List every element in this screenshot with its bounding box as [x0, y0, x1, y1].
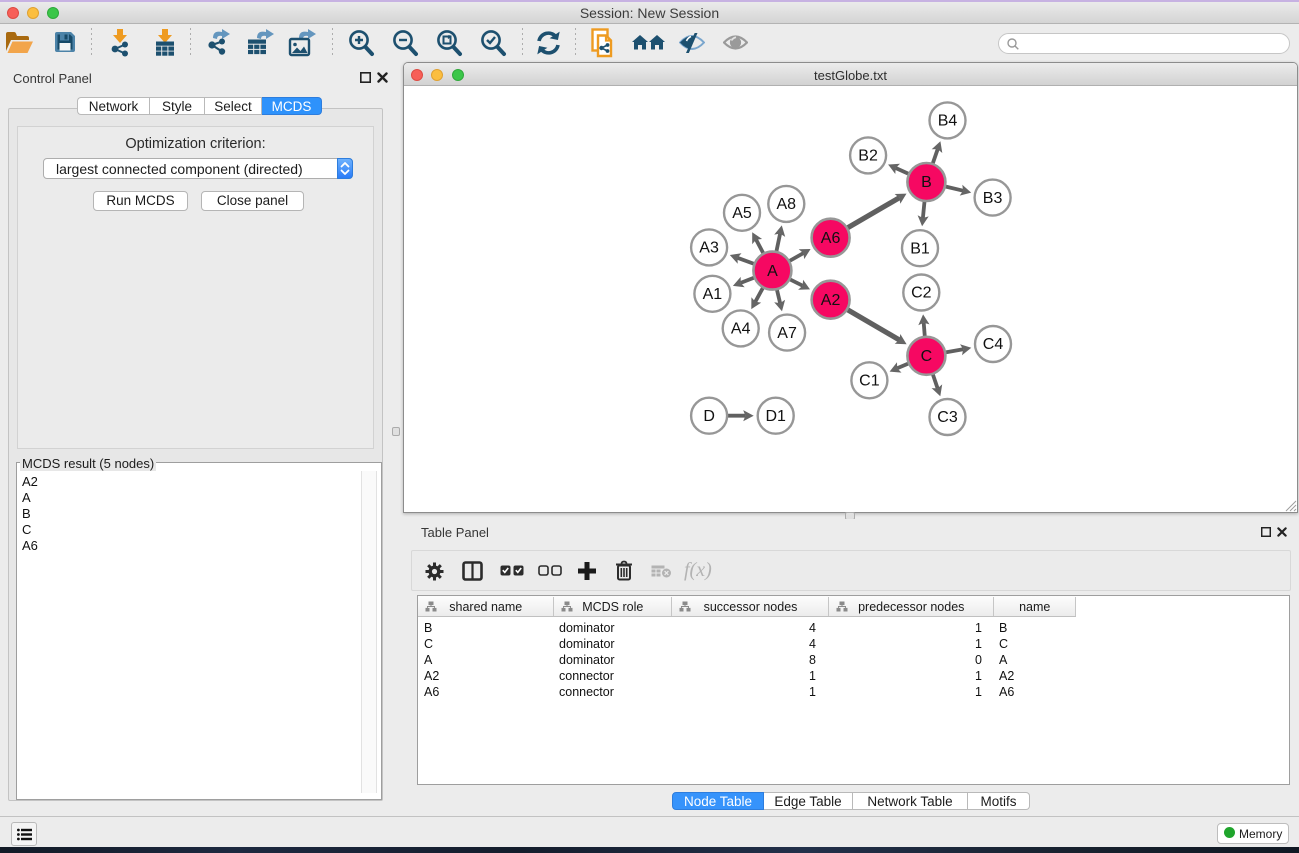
svg-text:B4: B4: [938, 113, 958, 130]
svg-text:B: B: [921, 174, 932, 191]
svg-text:B2: B2: [858, 148, 878, 165]
svg-text:C1: C1: [859, 373, 880, 390]
svg-text:B1: B1: [910, 240, 930, 257]
svg-text:A: A: [767, 263, 778, 280]
svg-text:A8: A8: [777, 196, 797, 213]
svg-text:A1: A1: [703, 286, 723, 303]
svg-text:C2: C2: [911, 285, 932, 302]
svg-text:D: D: [703, 408, 715, 425]
svg-text:A4: A4: [731, 321, 751, 338]
svg-text:C: C: [921, 348, 933, 365]
svg-text:A7: A7: [777, 325, 797, 342]
svg-text:A2: A2: [821, 292, 841, 309]
svg-text:A6: A6: [821, 230, 841, 247]
svg-text:C4: C4: [983, 336, 1004, 353]
svg-text:D1: D1: [765, 408, 786, 425]
svg-text:C3: C3: [937, 409, 958, 426]
svg-text:B3: B3: [983, 190, 1003, 207]
svg-text:A3: A3: [699, 240, 719, 257]
svg-text:A5: A5: [732, 205, 752, 222]
